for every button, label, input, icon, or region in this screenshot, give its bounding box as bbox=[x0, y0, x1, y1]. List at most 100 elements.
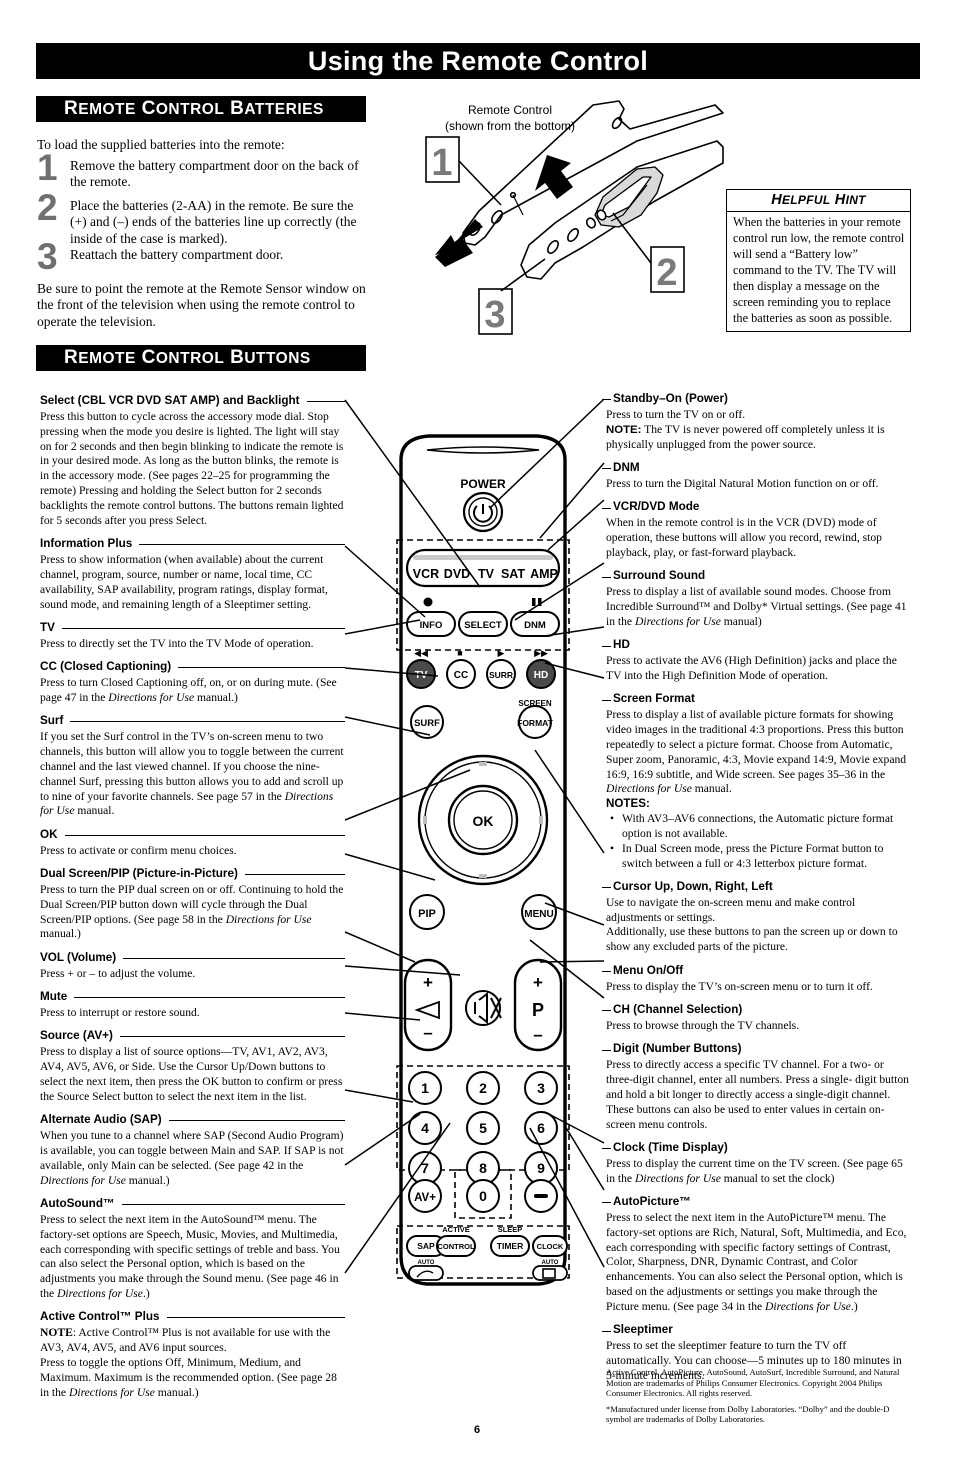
button-description-title-text: Mute bbox=[40, 990, 68, 1004]
batteries-outro: Be sure to point the remote at the Remot… bbox=[37, 281, 366, 329]
notes-list-item: In Dual Screen mode, press the Picture F… bbox=[610, 842, 911, 872]
title-rule bbox=[168, 1120, 345, 1122]
svg-text:INFO: INFO bbox=[420, 620, 443, 631]
button-description-title: Information Plus bbox=[40, 537, 345, 552]
button-description-title: DNM bbox=[602, 460, 911, 476]
battery-step-2-number: 2 bbox=[37, 187, 58, 228]
button-description-paragraph: Press to select the next item in the Aut… bbox=[40, 1212, 340, 1301]
button-description-title-text: Select (CBL VCR DVD SAT AMP) and Backlig… bbox=[40, 394, 300, 407]
button-description-title-text: Dual Screen/PIP (Picture-in-Picture) bbox=[40, 867, 238, 881]
title-rule bbox=[121, 1203, 345, 1205]
button-description-paragraph: Press to browse through the TV channels. bbox=[606, 1018, 800, 1032]
button-description-title-text: AutoSound™ bbox=[40, 1196, 115, 1210]
button-description-title: Screen Format bbox=[602, 692, 911, 707]
remote-control-illustration: POWER VCR DVD TV SAT AMP INFO SELECT DNM… bbox=[396, 434, 570, 1286]
svg-text:4: 4 bbox=[421, 1120, 429, 1136]
button-description-title-text: Sleeptimer bbox=[613, 1323, 673, 1337]
battery-callout-1: 1 bbox=[431, 142, 452, 184]
button-description-title: AutoPicture™ bbox=[602, 1195, 911, 1210]
button-description-title: Clock (Time Display) bbox=[602, 1140, 911, 1156]
title-rule bbox=[74, 997, 345, 999]
button-description-title-text: HD bbox=[613, 638, 630, 652]
button-descriptions-left: Select (CBL VCR DVD SAT AMP) and Backlig… bbox=[40, 394, 345, 1409]
button-description-paragraph: Press this button to cycle across the ac… bbox=[40, 409, 344, 527]
svg-text:TIMER: TIMER bbox=[497, 1241, 523, 1251]
svg-text:◀◀: ◀◀ bbox=[414, 648, 428, 658]
button-description-entry: DNM Press to turn the Digital Natural Mot… bbox=[602, 460, 911, 492]
button-description-title-text: Surround Sound bbox=[613, 569, 706, 583]
button-description-title-text: VCR/DVD Mode bbox=[613, 500, 700, 514]
button-description-title-text: Standby–On (Power) bbox=[613, 392, 728, 405]
button-description-entry: Information Plus Press to show informatio… bbox=[40, 537, 345, 612]
button-description-title-text: Menu On/Off bbox=[613, 963, 684, 977]
button-description-entry: Digit (Number Buttons) Press to directly … bbox=[602, 1042, 911, 1132]
battery-step-1-text: Remove the battery compartment door on t… bbox=[70, 158, 359, 190]
helpful-hint-title: HELPFUL HINT bbox=[727, 190, 910, 212]
button-description-entry: Alternate Audio (SAP) When you tune to a … bbox=[40, 1113, 345, 1188]
button-description-entry: Active Control™ Plus NOTE: Active Control… bbox=[40, 1310, 345, 1400]
button-description-entry: Screen Format Press to display a list of … bbox=[602, 692, 911, 872]
button-description-entry: Dual Screen/PIP (Picture-in-Picture) Pres… bbox=[40, 867, 345, 942]
svg-text:–: – bbox=[533, 1025, 542, 1044]
button-description-entry: Surround Sound Press to display a list of… bbox=[602, 569, 911, 629]
button-description-paragraph: When you tune to a channel where SAP (Se… bbox=[40, 1129, 344, 1187]
button-description-entry: HD Press to activate the AV6 (High Defini… bbox=[602, 638, 911, 684]
svg-text:SAP: SAP bbox=[417, 1241, 435, 1251]
button-description-paragraph: Press to turn Closed Captioning off, on,… bbox=[40, 676, 337, 704]
battery-step-3-number: 3 bbox=[37, 236, 58, 277]
button-description-title: TV bbox=[40, 621, 345, 636]
svg-text:CONTROL: CONTROL bbox=[437, 1242, 474, 1251]
helpful-hint-box: HELPFUL HINT When the batteries in your … bbox=[726, 189, 911, 332]
button-description-entry: CC (Closed Captioning) Press to turn Clos… bbox=[40, 660, 345, 706]
button-description-title: CH (Channel Selection) bbox=[602, 1003, 911, 1018]
svg-text:SLEEP: SLEEP bbox=[498, 1225, 523, 1234]
button-description-title-text: VOL (Volume) bbox=[40, 950, 117, 964]
button-description-entry: AutoPicture™ Press to select the next ite… bbox=[602, 1195, 911, 1315]
button-description-paragraph: Press to display a list of source option… bbox=[40, 1045, 343, 1103]
button-description-paragraph: Press to display a list of available pic… bbox=[606, 708, 907, 796]
title-rule bbox=[70, 721, 345, 723]
batteries-intro: To load the supplied batteries into the … bbox=[37, 137, 285, 152]
menu-button: MENU bbox=[521, 894, 557, 930]
button-description-title-text: Clock (Time Display) bbox=[613, 1140, 728, 1154]
button-description-title-text: Active Control™ Plus bbox=[40, 1310, 160, 1324]
pip-button: PIP bbox=[409, 894, 445, 930]
svg-text:–: – bbox=[423, 1023, 432, 1042]
svg-text:▶: ▶ bbox=[498, 648, 505, 658]
button-description-title-text: TV bbox=[40, 620, 55, 634]
button-description-entry: TV Press to directly set the TV into the … bbox=[40, 621, 345, 652]
button-description-title-text: Surf bbox=[40, 714, 64, 728]
button-description-entry: OK Press to activate or confirm menu choi… bbox=[40, 828, 345, 859]
svg-text:5: 5 bbox=[479, 1120, 487, 1136]
battery-step-3-text: Reattach the battery compartment door. bbox=[70, 247, 284, 262]
notes-label: NOTES: bbox=[606, 797, 650, 811]
button-description-title-text: OK bbox=[40, 827, 58, 841]
button-description-title: AutoSound™ bbox=[40, 1197, 345, 1212]
button-description-title: VCR/DVD Mode bbox=[602, 500, 911, 515]
svg-text:SURF: SURF bbox=[414, 718, 440, 729]
title-rule bbox=[61, 627, 345, 629]
button-description-paragraph: When in the remote control is in the VCR… bbox=[606, 516, 882, 559]
button-description-entry: VCR/DVD Mode When in the remote control i… bbox=[602, 500, 911, 560]
button-description-paragraph: Additionally, use these buttons to pan t… bbox=[606, 925, 898, 954]
page-title-text: Using the Remote Control bbox=[307, 45, 649, 76]
svg-text:P: P bbox=[532, 1000, 544, 1020]
button-description-title-text: DNM bbox=[613, 460, 640, 474]
title-rule bbox=[139, 544, 345, 546]
button-description-title: Cursor Up, Down, Right, Left bbox=[602, 880, 911, 895]
svg-text:TV: TV bbox=[478, 567, 495, 581]
mode-dial: VCR DVD TV SAT AMP bbox=[405, 548, 561, 588]
svg-text:7: 7 bbox=[421, 1160, 429, 1176]
button-description-title: VOL (Volume) bbox=[40, 951, 345, 966]
power-button bbox=[462, 491, 504, 533]
svg-text:9: 9 bbox=[537, 1160, 545, 1176]
manual-page: Using the Remote Control REMOTE CONTROL … bbox=[0, 0, 954, 1475]
surf-button: SURF bbox=[410, 705, 444, 739]
remote-power-label: POWER bbox=[460, 477, 506, 491]
button-description-paragraph: Press to interrupt or restore sound. bbox=[40, 1006, 200, 1020]
title-rule bbox=[306, 400, 345, 402]
page-number: 6 bbox=[473, 1424, 481, 1436]
button-description-title: HD bbox=[602, 638, 911, 653]
svg-text:AV+: AV+ bbox=[414, 1192, 436, 1204]
button-description-title-text: Alternate Audio (SAP) bbox=[40, 1113, 162, 1127]
